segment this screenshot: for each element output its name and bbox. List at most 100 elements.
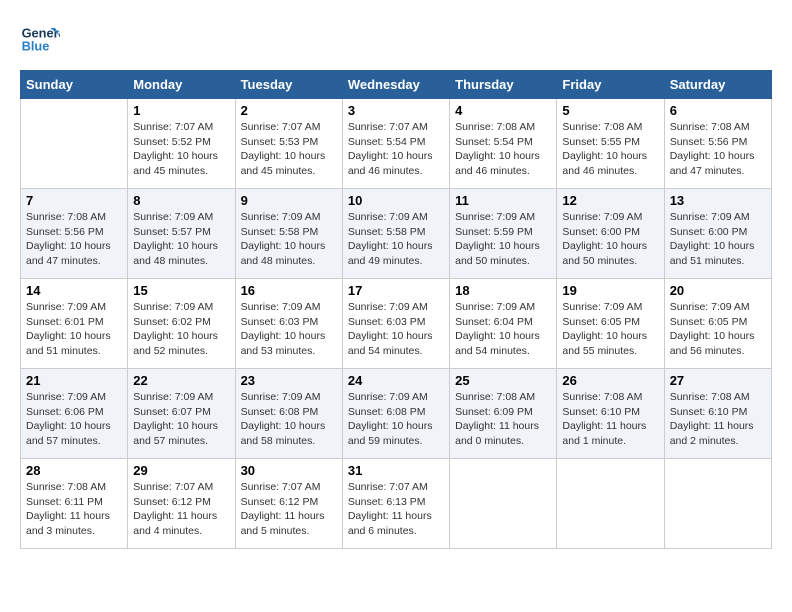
day-number: 4: [455, 103, 551, 118]
day-info: Sunrise: 7:08 AM Sunset: 5:56 PM Dayligh…: [670, 120, 766, 179]
logo: General Blue: [20, 20, 65, 60]
day-number: 3: [348, 103, 444, 118]
day-info: Sunrise: 7:09 AM Sunset: 6:05 PM Dayligh…: [562, 300, 658, 359]
calendar-cell: 3 Sunrise: 7:07 AM Sunset: 5:54 PM Daylig…: [342, 99, 449, 189]
weekday-header: Sunday: [21, 71, 128, 99]
calendar-cell: 5 Sunrise: 7:08 AM Sunset: 5:55 PM Daylig…: [557, 99, 664, 189]
day-info: Sunrise: 7:07 AM Sunset: 5:54 PM Dayligh…: [348, 120, 444, 179]
day-number: 30: [241, 463, 337, 478]
day-number: 16: [241, 283, 337, 298]
calendar-cell: 26 Sunrise: 7:08 AM Sunset: 6:10 PM Dayli…: [557, 369, 664, 459]
weekday-header: Tuesday: [235, 71, 342, 99]
day-info: Sunrise: 7:09 AM Sunset: 5:58 PM Dayligh…: [241, 210, 337, 269]
day-number: 31: [348, 463, 444, 478]
day-info: Sunrise: 7:08 AM Sunset: 6:11 PM Dayligh…: [26, 480, 122, 539]
day-number: 5: [562, 103, 658, 118]
weekday-header: Wednesday: [342, 71, 449, 99]
calendar-cell: 31 Sunrise: 7:07 AM Sunset: 6:13 PM Dayli…: [342, 459, 449, 549]
calendar-cell: 25 Sunrise: 7:08 AM Sunset: 6:09 PM Dayli…: [450, 369, 557, 459]
day-number: 11: [455, 193, 551, 208]
calendar-cell: 18 Sunrise: 7:09 AM Sunset: 6:04 PM Dayli…: [450, 279, 557, 369]
calendar-cell: 17 Sunrise: 7:09 AM Sunset: 6:03 PM Dayli…: [342, 279, 449, 369]
day-info: Sunrise: 7:09 AM Sunset: 6:03 PM Dayligh…: [348, 300, 444, 359]
day-info: Sunrise: 7:09 AM Sunset: 6:06 PM Dayligh…: [26, 390, 122, 449]
calendar-cell: 2 Sunrise: 7:07 AM Sunset: 5:53 PM Daylig…: [235, 99, 342, 189]
calendar-cell: 9 Sunrise: 7:09 AM Sunset: 5:58 PM Daylig…: [235, 189, 342, 279]
weekday-header: Thursday: [450, 71, 557, 99]
day-info: Sunrise: 7:09 AM Sunset: 6:07 PM Dayligh…: [133, 390, 229, 449]
calendar-cell: 10 Sunrise: 7:09 AM Sunset: 5:58 PM Dayli…: [342, 189, 449, 279]
day-number: 20: [670, 283, 766, 298]
calendar-cell: 13 Sunrise: 7:09 AM Sunset: 6:00 PM Dayli…: [664, 189, 771, 279]
day-number: 15: [133, 283, 229, 298]
calendar-cell: 1 Sunrise: 7:07 AM Sunset: 5:52 PM Daylig…: [128, 99, 235, 189]
day-number: 9: [241, 193, 337, 208]
day-info: Sunrise: 7:09 AM Sunset: 5:57 PM Dayligh…: [133, 210, 229, 269]
day-info: Sunrise: 7:07 AM Sunset: 6:12 PM Dayligh…: [241, 480, 337, 539]
calendar-cell: 27 Sunrise: 7:08 AM Sunset: 6:10 PM Dayli…: [664, 369, 771, 459]
day-info: Sunrise: 7:09 AM Sunset: 6:04 PM Dayligh…: [455, 300, 551, 359]
svg-text:Blue: Blue: [22, 38, 50, 53]
day-info: Sunrise: 7:08 AM Sunset: 6:10 PM Dayligh…: [670, 390, 766, 449]
day-number: 28: [26, 463, 122, 478]
day-info: Sunrise: 7:09 AM Sunset: 6:00 PM Dayligh…: [670, 210, 766, 269]
logo-icon: General Blue: [20, 20, 60, 60]
day-number: 2: [241, 103, 337, 118]
calendar-cell: 14 Sunrise: 7:09 AM Sunset: 6:01 PM Dayli…: [21, 279, 128, 369]
day-info: Sunrise: 7:09 AM Sunset: 6:05 PM Dayligh…: [670, 300, 766, 359]
weekday-header: Monday: [128, 71, 235, 99]
calendar-cell: 28 Sunrise: 7:08 AM Sunset: 6:11 PM Dayli…: [21, 459, 128, 549]
day-info: Sunrise: 7:09 AM Sunset: 6:08 PM Dayligh…: [241, 390, 337, 449]
day-info: Sunrise: 7:09 AM Sunset: 6:02 PM Dayligh…: [133, 300, 229, 359]
calendar-cell: 4Sunrise: 7:08 AM Sunset: 5:54 PM Daylig…: [450, 99, 557, 189]
day-info: Sunrise: 7:09 AM Sunset: 5:58 PM Dayligh…: [348, 210, 444, 269]
page-header: General Blue: [20, 20, 772, 60]
day-info: Sunrise: 7:08 AM Sunset: 5:55 PM Dayligh…: [562, 120, 658, 179]
day-info: Sunrise: 7:09 AM Sunset: 5:59 PM Dayligh…: [455, 210, 551, 269]
day-number: 12: [562, 193, 658, 208]
calendar-cell: 19 Sunrise: 7:09 AM Sunset: 6:05 PM Dayli…: [557, 279, 664, 369]
day-number: 7: [26, 193, 122, 208]
day-number: 22: [133, 373, 229, 388]
calendar-cell: 22 Sunrise: 7:09 AM Sunset: 6:07 PM Dayli…: [128, 369, 235, 459]
day-number: 6: [670, 103, 766, 118]
calendar-cell: [664, 459, 771, 549]
day-number: 19: [562, 283, 658, 298]
day-number: 10: [348, 193, 444, 208]
day-info: Sunrise: 7:07 AM Sunset: 6:13 PM Dayligh…: [348, 480, 444, 539]
day-number: 25: [455, 373, 551, 388]
day-number: 23: [241, 373, 337, 388]
calendar-cell: [21, 99, 128, 189]
day-number: 18: [455, 283, 551, 298]
calendar-cell: 12 Sunrise: 7:09 AM Sunset: 6:00 PM Dayli…: [557, 189, 664, 279]
calendar-cell: 8 Sunrise: 7:09 AM Sunset: 5:57 PM Daylig…: [128, 189, 235, 279]
day-info: Sunrise: 7:08 AM Sunset: 6:09 PM Dayligh…: [455, 390, 551, 449]
day-info: Sunrise: 7:08 AM Sunset: 6:10 PM Dayligh…: [562, 390, 658, 449]
day-number: 14: [26, 283, 122, 298]
day-number: 27: [670, 373, 766, 388]
day-number: 29: [133, 463, 229, 478]
calendar-cell: 11 Sunrise: 7:09 AM Sunset: 5:59 PM Dayli…: [450, 189, 557, 279]
day-number: 8: [133, 193, 229, 208]
day-number: 17: [348, 283, 444, 298]
calendar-cell: 21 Sunrise: 7:09 AM Sunset: 6:06 PM Dayli…: [21, 369, 128, 459]
calendar-cell: 24 Sunrise: 7:09 AM Sunset: 6:08 PM Dayli…: [342, 369, 449, 459]
calendar-cell: 7Sunrise: 7:08 AM Sunset: 5:56 PM Daylig…: [21, 189, 128, 279]
calendar-cell: 16Sunrise: 7:09 AM Sunset: 6:03 PM Dayli…: [235, 279, 342, 369]
day-info: Sunrise: 7:09 AM Sunset: 6:08 PM Dayligh…: [348, 390, 444, 449]
day-info: Sunrise: 7:09 AM Sunset: 6:01 PM Dayligh…: [26, 300, 122, 359]
day-info: Sunrise: 7:07 AM Sunset: 5:53 PM Dayligh…: [241, 120, 337, 179]
day-info: Sunrise: 7:07 AM Sunset: 6:12 PM Dayligh…: [133, 480, 229, 539]
calendar-cell: 6 Sunrise: 7:08 AM Sunset: 5:56 PM Daylig…: [664, 99, 771, 189]
day-number: 21: [26, 373, 122, 388]
day-number: 26: [562, 373, 658, 388]
day-number: 13: [670, 193, 766, 208]
calendar-cell: 23 Sunrise: 7:09 AM Sunset: 6:08 PM Dayli…: [235, 369, 342, 459]
day-number: 1: [133, 103, 229, 118]
day-info: Sunrise: 7:09 AM Sunset: 6:00 PM Dayligh…: [562, 210, 658, 269]
day-info: Sunrise: 7:07 AM Sunset: 5:52 PM Dayligh…: [133, 120, 229, 179]
day-number: 24: [348, 373, 444, 388]
calendar-cell: 20 Sunrise: 7:09 AM Sunset: 6:05 PM Dayli…: [664, 279, 771, 369]
calendar-table: SundayMondayTuesdayWednesdayThursdayFrid…: [20, 70, 772, 549]
weekday-header: Saturday: [664, 71, 771, 99]
